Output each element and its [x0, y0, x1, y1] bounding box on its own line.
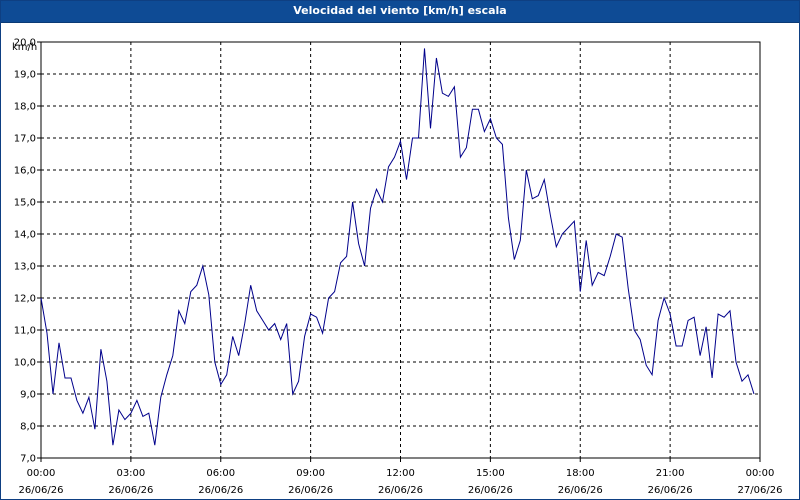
- x-tick-date: 26/06/26: [198, 485, 243, 496]
- x-tick-time: 00:00: [27, 468, 56, 479]
- y-tick-label: 8,0: [20, 422, 36, 433]
- y-tick-label: 15,0: [14, 198, 36, 209]
- x-tick-time: 00:00: [746, 468, 775, 479]
- x-tick-time: 06:00: [206, 468, 235, 479]
- y-axis-label: km/h: [12, 42, 37, 53]
- y-tick-label: 19,0: [14, 70, 36, 81]
- x-tick-date: 26/06/26: [648, 485, 693, 496]
- y-axis: 20,019,018,017,016,015,014,013,012,011,0…: [14, 38, 41, 465]
- x-axis: 00:00 26/06/26 03:00 26/06/26 06:00 26/06/26 0…: [19, 458, 783, 496]
- wind-speed-line: [40, 48, 755, 446]
- x-tick-date: 27/06/26: [738, 485, 783, 496]
- y-tick-label: 9,0: [20, 390, 36, 401]
- x-tick-time: 18:00: [566, 468, 595, 479]
- y-tick-label: 13,0: [14, 262, 36, 273]
- y-tick-label: 14,0: [14, 230, 36, 241]
- series-layer: [40, 48, 755, 446]
- y-tick-label: 17,0: [14, 134, 36, 145]
- x-tick-time: 21:00: [656, 468, 685, 479]
- x-tick-time: 12:00: [386, 468, 415, 479]
- y-tick-label: 18,0: [14, 102, 36, 113]
- y-tick-label: 10,0: [14, 358, 36, 369]
- x-tick-date: 26/06/26: [288, 485, 333, 496]
- x-tick-time: 03:00: [116, 468, 145, 479]
- x-tick-time: 09:00: [296, 468, 325, 479]
- wind-speed-chart: 20,019,018,017,016,015,014,013,012,011,0…: [12, 38, 783, 497]
- y-tick-label: 11,0: [14, 326, 36, 337]
- x-tick-date: 26/06/26: [108, 485, 153, 496]
- y-tick-label: 12,0: [14, 294, 36, 305]
- y-tick-label: 7,0: [20, 454, 36, 465]
- x-tick-time: 15:00: [476, 468, 505, 479]
- x-tick-date: 26/06/26: [19, 485, 64, 496]
- x-tick-date: 26/06/26: [378, 485, 423, 496]
- grid-lines: [41, 42, 760, 458]
- x-tick-date: 26/06/26: [558, 485, 603, 496]
- y-tick-label: 16,0: [14, 166, 36, 177]
- x-tick-date: 26/06/26: [468, 485, 513, 496]
